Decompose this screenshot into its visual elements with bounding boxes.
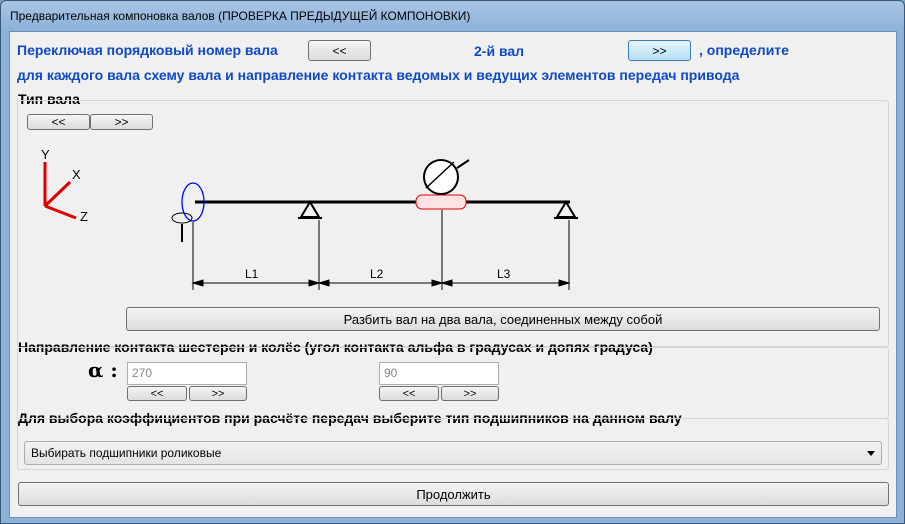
dimension-l3-label: L3	[497, 267, 511, 281]
gear-icon	[415, 159, 470, 210]
angle1-input[interactable]: 270	[127, 362, 247, 385]
axis-z-label: Z	[80, 209, 88, 224]
axes-icon: Y X Z	[41, 147, 88, 224]
client-area: Переключая порядковый номер вала << 2-й …	[9, 31, 897, 518]
bearing-type-selected: Выбирать подшипники роликовые	[31, 446, 222, 460]
continue-button[interactable]: Продолжить	[18, 482, 889, 506]
window-title: Предварительная компоновка валов (ПРОВЕР…	[10, 9, 471, 23]
title-bar[interactable]: Предварительная компоновка валов (ПРОВЕР…	[1, 1, 904, 31]
angle1-prev-button[interactable]: <<	[127, 386, 187, 401]
angle2-prev-button[interactable]: <<	[379, 386, 439, 401]
shaft-diagram: Y X Z L1 L2 L3	[41, 147, 578, 290]
axis-x-label: X	[72, 167, 81, 182]
bearing-type-select[interactable]: Выбирать подшипники роликовые	[24, 441, 882, 465]
chevron-down-icon	[867, 451, 875, 456]
main-window: Предварительная компоновка валов (ПРОВЕР…	[0, 0, 905, 524]
alpha-symbol: α :	[88, 358, 118, 382]
support-icon	[554, 200, 578, 219]
dimension-l2-label: L2	[370, 267, 384, 281]
support-icon	[298, 200, 322, 219]
split-shaft-button[interactable]: Разбить вал на два вала, соединенных меж…	[126, 307, 880, 331]
pulley-icon	[171, 182, 205, 242]
angle2-next-button[interactable]: >>	[441, 386, 499, 401]
angle2-input[interactable]: 90	[379, 362, 499, 385]
axis-y-label: Y	[41, 147, 50, 162]
angle1-next-button[interactable]: >>	[189, 386, 247, 401]
dimension-l1-label: L1	[245, 267, 259, 281]
